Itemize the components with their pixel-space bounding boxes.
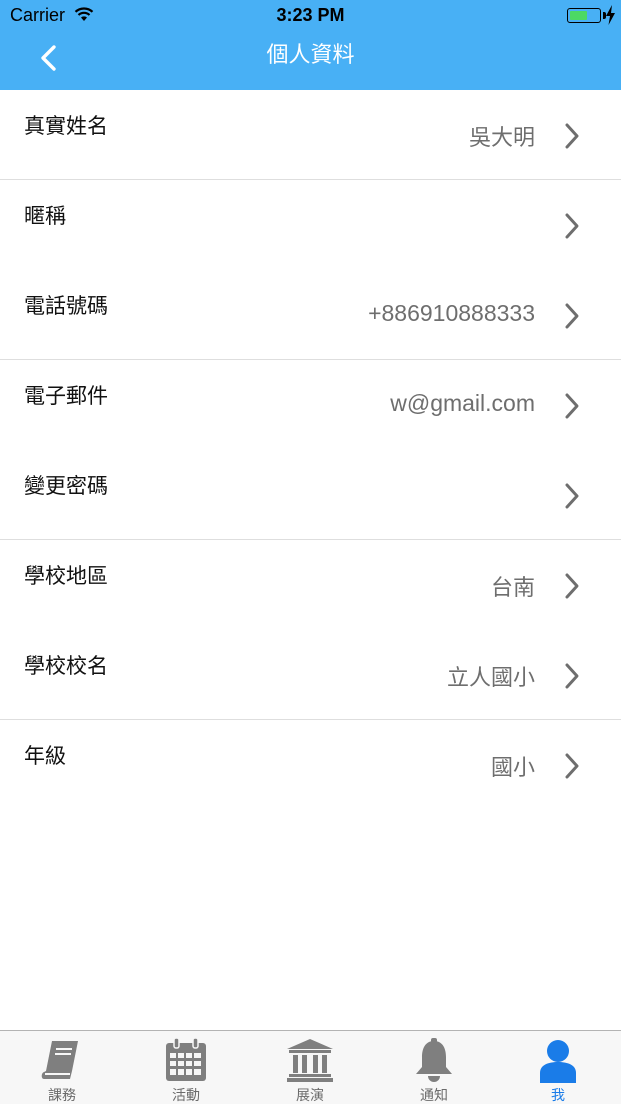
tab-label: 活動 — [172, 1088, 200, 1104]
row-phone[interactable]: 電話號碼 +886910888333 — [0, 270, 621, 360]
row-value: 立人國小 — [446, 666, 535, 691]
row-label: 暱稱 — [24, 204, 66, 228]
status-bar: Carrier 3:23 PM — [0, 0, 621, 30]
chevron-right-icon — [565, 213, 579, 239]
row-school-region[interactable]: 學校地區 台南 — [0, 540, 621, 630]
profile-list: 真實姓名 吳大明 暱稱 電話號碼 +886910888333 電子郵件 w@gm… — [0, 90, 621, 810]
chevron-right-icon — [565, 753, 579, 779]
bell-icon — [416, 1038, 452, 1082]
book-icon — [41, 1041, 78, 1079]
row-value: 國小 — [490, 756, 535, 781]
row-label: 電話號碼 — [24, 294, 108, 318]
row-grade[interactable]: 年級 國小 — [0, 720, 621, 810]
row-label: 年級 — [24, 744, 66, 768]
chevron-right-icon — [565, 393, 579, 419]
row-label: 變更密碼 — [24, 474, 108, 498]
row-value: +886910888333 — [368, 300, 535, 326]
row-change-password[interactable]: 變更密碼 — [0, 450, 621, 540]
row-value: 台南 — [490, 576, 535, 601]
tab-label: 通知 — [420, 1088, 448, 1104]
chevron-right-icon — [565, 483, 579, 509]
calendar-icon — [166, 1037, 206, 1081]
header: Carrier 3:23 PM 個人資料 — [0, 0, 621, 90]
tab-activities[interactable]: 活動 — [124, 1031, 248, 1105]
tab-label: 展演 — [296, 1088, 324, 1104]
user-icon — [540, 1040, 576, 1083]
row-value: w@gmail.com — [390, 390, 535, 416]
row-email[interactable]: 電子郵件 w@gmail.com — [0, 360, 621, 450]
battery-icon — [567, 8, 601, 23]
chevron-right-icon — [565, 573, 579, 599]
tab-label: 我 — [551, 1088, 565, 1104]
row-value: 吳大明 — [468, 126, 535, 151]
row-real-name[interactable]: 真實姓名 吳大明 — [0, 90, 621, 180]
tab-notifications[interactable]: 通知 — [372, 1031, 496, 1105]
row-label: 真實姓名 — [24, 114, 108, 138]
charging-bolt-icon — [606, 5, 615, 25]
chevron-right-icon — [565, 663, 579, 689]
row-label: 學校校名 — [24, 654, 108, 678]
tab-me[interactable]: 我 — [496, 1031, 620, 1105]
chevron-right-icon — [565, 303, 579, 329]
tab-exhibitions[interactable]: 展演 — [248, 1031, 372, 1105]
row-label: 學校地區 — [24, 564, 108, 588]
page-title: 個人資料 — [266, 43, 355, 68]
tab-label: 課務 — [48, 1088, 76, 1104]
tab-courses[interactable]: 課務 — [0, 1031, 124, 1105]
tab-bar: 課務 活動 展演 通知 我 — [0, 1030, 621, 1104]
museum-icon — [287, 1039, 333, 1082]
chevron-right-icon — [565, 123, 579, 149]
row-school-name[interactable]: 學校校名 立人國小 — [0, 630, 621, 720]
clock: 3:23 PM — [276, 5, 345, 25]
row-label: 電子郵件 — [24, 384, 108, 408]
row-nickname[interactable]: 暱稱 — [0, 180, 621, 270]
